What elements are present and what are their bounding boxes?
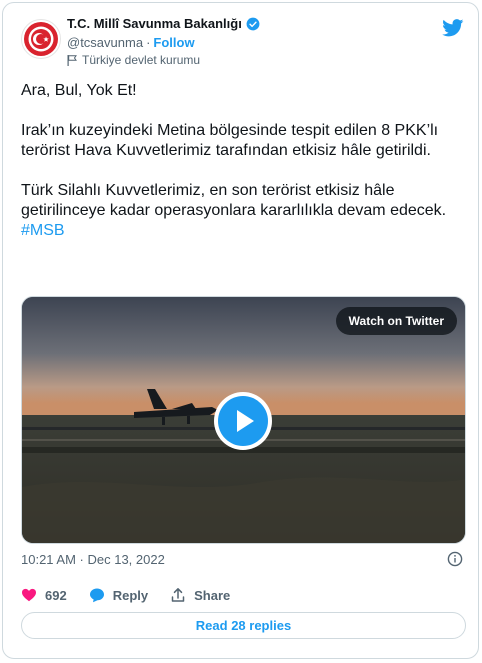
account-label: Türkiye devlet kurumu	[82, 53, 201, 67]
tweet-paragraph-3: Türk Silahlı Kuvvetlerimiz, en son terör…	[21, 182, 447, 219]
hashtag-link[interactable]: #MSB	[21, 221, 65, 241]
tweet-header: T.C. Millî Savunma Bakanlığı @tcsavunma ·…	[19, 15, 466, 67]
play-button[interactable]	[214, 392, 272, 450]
flag-icon	[67, 54, 77, 66]
reply-label: Reply	[112, 587, 149, 603]
author-name[interactable]: T.C. Millî Savunma Bakanlığı	[67, 16, 242, 31]
author-name-row: T.C. Millî Savunma Bakanlığı	[67, 16, 260, 31]
like-count: 692	[45, 587, 67, 603]
share-label: Share	[194, 587, 231, 603]
watch-on-twitter-button[interactable]: Watch on Twitter	[335, 307, 457, 335]
tweet-timestamp[interactable]: 10:21 AM · Dec 13, 2022	[21, 552, 165, 567]
reply-bubble-icon	[89, 588, 104, 603]
tweet-text: Ara, Bul, Yok Et! Irak’ın kuzeyindeki Me…	[21, 81, 466, 241]
share-button[interactable]: Share	[170, 587, 230, 603]
tweet-actions: 692 Reply Share	[21, 585, 252, 605]
verified-badge-icon	[246, 17, 260, 30]
read-replies-button[interactable]: Read 28 replies	[21, 612, 466, 639]
twitter-bird-icon[interactable]	[442, 19, 464, 37]
mod-emblem-icon	[24, 22, 58, 56]
share-upload-icon	[171, 588, 185, 602]
separator-dot: ·	[146, 35, 151, 50]
video-thumbnail[interactable]: Watch on Twitter	[21, 296, 466, 544]
heart-icon	[22, 588, 36, 602]
tweet-paragraph-2: Irak’ın kuzeyindeki Metina bölgesinde te…	[21, 122, 439, 159]
reply-button[interactable]: Reply	[89, 587, 148, 603]
account-label-row: Türkiye devlet kurumu	[67, 53, 200, 67]
handle-row: @tcsavunma · Follow	[67, 35, 195, 50]
info-icon[interactable]	[447, 551, 463, 567]
tweet-card: T.C. Millî Savunma Bakanlığı @tcsavunma ·…	[2, 2, 479, 659]
follow-button[interactable]: Follow	[153, 35, 194, 50]
author-handle[interactable]: @tcsavunma	[67, 35, 143, 50]
avatar[interactable]	[21, 19, 61, 59]
play-icon	[237, 410, 254, 432]
tweet-paragraph-1: Ara, Bul, Yok Et!	[21, 82, 137, 99]
like-button[interactable]: 692	[21, 587, 67, 603]
